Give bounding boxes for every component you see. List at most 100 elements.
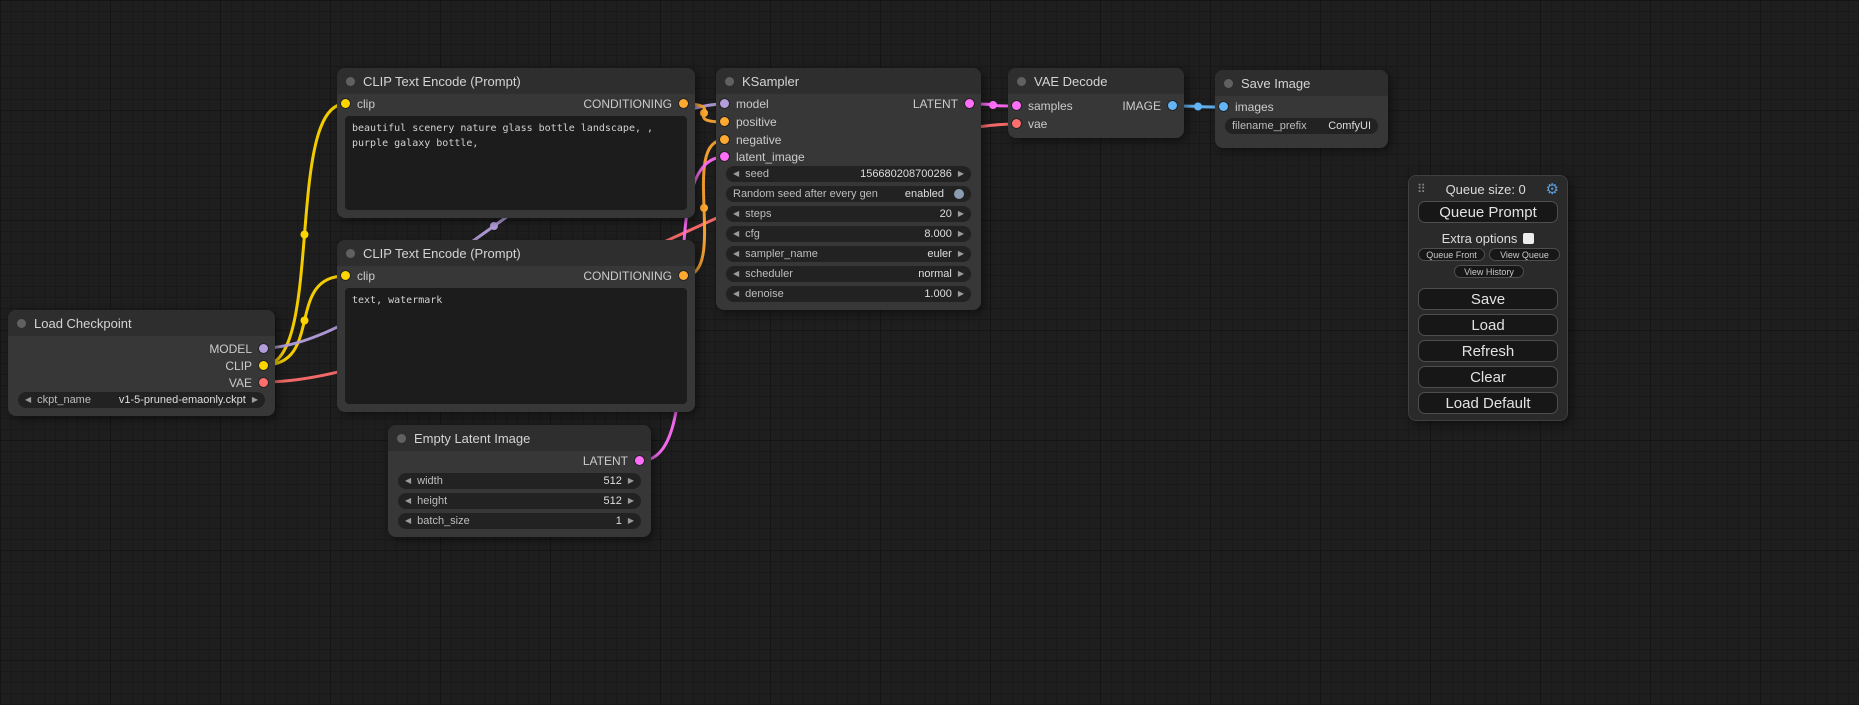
node-clip-text-encode-negative[interactable]: CLIP Text Encode (Prompt) clip CONDITION… xyxy=(337,240,695,412)
refresh-button[interactable]: Refresh xyxy=(1418,340,1558,362)
clip-input-dot[interactable] xyxy=(341,271,350,280)
arrow-left-icon[interactable]: ◀ xyxy=(733,270,739,278)
output-slot-clip[interactable]: CLIP xyxy=(225,357,268,374)
vae-output-dot[interactable] xyxy=(259,378,268,387)
input-slot-model[interactable]: model xyxy=(720,95,769,112)
conditioning-input-dot[interactable] xyxy=(720,135,729,144)
output-slot-model[interactable]: MODEL xyxy=(209,340,268,357)
input-slot-latent-image[interactable]: latent_image xyxy=(720,148,805,165)
arrow-left-icon[interactable]: ◀ xyxy=(733,250,739,258)
queue-prompt-button[interactable]: Queue Prompt xyxy=(1418,201,1558,223)
node-save-image[interactable]: Save Image images filename_prefix ComfyU… xyxy=(1215,70,1388,148)
output-slot-latent[interactable]: LATENT xyxy=(583,452,644,469)
height-widget[interactable]: ◀ height 512 ▶ xyxy=(398,493,641,509)
image-input-dot[interactable] xyxy=(1219,102,1228,111)
arrow-right-icon[interactable]: ▶ xyxy=(958,170,964,178)
collapse-dot-icon[interactable] xyxy=(17,319,26,328)
random-seed-toggle-widget[interactable]: Random seed after every gen enabled xyxy=(726,186,971,202)
drag-handle-icon[interactable]: ⠿ xyxy=(1417,182,1426,196)
latent-output-dot[interactable] xyxy=(635,456,644,465)
model-input-dot[interactable] xyxy=(720,99,729,108)
view-history-button[interactable]: View History xyxy=(1454,265,1524,278)
input-slot-images[interactable]: images xyxy=(1219,98,1274,115)
arrow-right-icon[interactable]: ▶ xyxy=(958,250,964,258)
conditioning-input-dot[interactable] xyxy=(720,117,729,126)
arrow-right-icon[interactable]: ▶ xyxy=(252,396,258,404)
output-slot-conditioning[interactable]: CONDITIONING xyxy=(583,267,688,284)
collapse-dot-icon[interactable] xyxy=(346,77,355,86)
latent-input-dot[interactable] xyxy=(720,152,729,161)
node-empty-latent-image[interactable]: Empty Latent Image LATENT ◀ width 512 ▶ … xyxy=(388,425,651,537)
collapse-dot-icon[interactable] xyxy=(346,249,355,258)
arrow-left-icon[interactable]: ◀ xyxy=(405,477,411,485)
prompt-textarea[interactable]: text, watermark xyxy=(345,288,687,404)
arrow-left-icon[interactable]: ◀ xyxy=(733,230,739,238)
input-slot-vae[interactable]: vae xyxy=(1012,115,1047,132)
arrow-left-icon[interactable]: ◀ xyxy=(405,517,411,525)
node-title-bar[interactable]: KSampler xyxy=(716,68,981,94)
arrow-right-icon[interactable]: ▶ xyxy=(628,477,634,485)
arrow-right-icon[interactable]: ▶ xyxy=(628,497,634,505)
model-output-dot[interactable] xyxy=(259,344,268,353)
collapse-dot-icon[interactable] xyxy=(397,434,406,443)
clear-button[interactable]: Clear xyxy=(1418,366,1558,388)
arrow-right-icon[interactable]: ▶ xyxy=(958,230,964,238)
save-button[interactable]: Save xyxy=(1418,288,1558,310)
steps-widget[interactable]: ◀ steps 20 ▶ xyxy=(726,206,971,222)
input-slot-clip[interactable]: clip xyxy=(341,267,375,284)
collapse-dot-icon[interactable] xyxy=(1224,79,1233,88)
node-title-bar[interactable]: CLIP Text Encode (Prompt) xyxy=(337,68,695,94)
node-title-bar[interactable]: CLIP Text Encode (Prompt) xyxy=(337,240,695,266)
arrow-left-icon[interactable]: ◀ xyxy=(405,497,411,505)
arrow-right-icon[interactable]: ▶ xyxy=(628,517,634,525)
latent-input-dot[interactable] xyxy=(1012,101,1021,110)
seed-widget[interactable]: ◀ seed 156680208700286 ▶ xyxy=(726,166,971,182)
filename-prefix-widget[interactable]: filename_prefix ComfyUI xyxy=(1225,118,1378,134)
width-widget[interactable]: ◀ width 512 ▶ xyxy=(398,473,641,489)
load-button[interactable]: Load xyxy=(1418,314,1558,336)
toggle-dot-icon[interactable] xyxy=(954,189,964,199)
ckpt-name-widget[interactable]: ◀ ckpt_name v1-5-pruned-emaonly.ckpt ▶ xyxy=(18,392,265,408)
prompt-textarea[interactable]: beautiful scenery nature glass bottle la… xyxy=(345,116,687,210)
view-queue-button[interactable]: View Queue xyxy=(1489,248,1560,261)
node-title-bar[interactable]: Empty Latent Image xyxy=(388,425,651,451)
node-graph-canvas[interactable]: Load Checkpoint MODEL CLIP VAE ◀ ckpt_na… xyxy=(0,0,1859,705)
node-load-checkpoint[interactable]: Load Checkpoint MODEL CLIP VAE ◀ ckpt_na… xyxy=(8,310,275,416)
collapse-dot-icon[interactable] xyxy=(725,77,734,86)
denoise-widget[interactable]: ◀ denoise 1.000 ▶ xyxy=(726,286,971,302)
queue-panel[interactable]: ⠿ Queue size: 0 ⚙ Queue Prompt Extra opt… xyxy=(1408,175,1568,421)
input-slot-clip[interactable]: clip xyxy=(341,95,375,112)
clip-input-dot[interactable] xyxy=(341,99,350,108)
input-slot-negative[interactable]: negative xyxy=(720,131,781,148)
sampler-name-widget[interactable]: ◀ sampler_name euler ▶ xyxy=(726,246,971,262)
batch-size-widget[interactable]: ◀ batch_size 1 ▶ xyxy=(398,513,641,529)
collapse-dot-icon[interactable] xyxy=(1017,77,1026,86)
output-slot-vae[interactable]: VAE xyxy=(229,374,268,391)
output-slot-conditioning[interactable]: CONDITIONING xyxy=(583,95,688,112)
arrow-left-icon[interactable]: ◀ xyxy=(25,396,31,404)
input-slot-positive[interactable]: positive xyxy=(720,113,777,130)
arrow-right-icon[interactable]: ▶ xyxy=(958,210,964,218)
arrow-right-icon[interactable]: ▶ xyxy=(958,270,964,278)
output-slot-latent[interactable]: LATENT xyxy=(913,95,974,112)
output-slot-image[interactable]: IMAGE xyxy=(1122,97,1177,114)
extra-options-checkbox[interactable] xyxy=(1523,233,1534,244)
input-slot-samples[interactable]: samples xyxy=(1012,97,1073,114)
node-title-bar[interactable]: Load Checkpoint xyxy=(8,310,275,336)
image-output-dot[interactable] xyxy=(1168,101,1177,110)
load-default-button[interactable]: Load Default xyxy=(1418,392,1558,414)
node-vae-decode[interactable]: VAE Decode samples vae IMAGE xyxy=(1008,68,1184,138)
scheduler-widget[interactable]: ◀ scheduler normal ▶ xyxy=(726,266,971,282)
node-clip-text-encode-positive[interactable]: CLIP Text Encode (Prompt) clip CONDITION… xyxy=(337,68,695,218)
node-ksampler[interactable]: KSampler model positive negative latent_… xyxy=(716,68,981,310)
arrow-left-icon[interactable]: ◀ xyxy=(733,210,739,218)
conditioning-output-dot[interactable] xyxy=(679,271,688,280)
clip-output-dot[interactable] xyxy=(259,361,268,370)
queue-front-button[interactable]: Queue Front xyxy=(1418,248,1485,261)
latent-output-dot[interactable] xyxy=(965,99,974,108)
vae-input-dot[interactable] xyxy=(1012,119,1021,128)
conditioning-output-dot[interactable] xyxy=(679,99,688,108)
cfg-widget[interactable]: ◀ cfg 8.000 ▶ xyxy=(726,226,971,242)
arrow-left-icon[interactable]: ◀ xyxy=(733,170,739,178)
arrow-left-icon[interactable]: ◀ xyxy=(733,290,739,298)
